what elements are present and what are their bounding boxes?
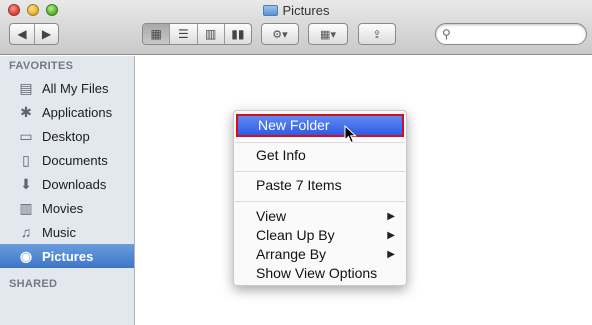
submenu-arrow-icon: ▶ [387,249,395,260]
sidebar-item-label: Music [42,224,76,240]
folder-icon [262,5,278,16]
sidebar-item-label: Pictures [42,248,94,264]
context-menu: New Folder Get Info Paste 7 Items View ▶… [233,110,407,286]
finder-window: Pictures ◀ ▶ ▦ ☰ ▥ ▮▮ ⚙ ▾ ▦ ▾ ⇪ ⚲ FAVORITE… [0,0,592,325]
list-view-button[interactable]: ☰ [169,24,196,44]
arrange-icon: ▦ [320,28,331,41]
sidebar-item-label: All My Files [42,80,109,96]
coverflow-view-button[interactable]: ▮▮ [223,24,251,44]
back-button[interactable]: ◀ [10,24,34,44]
menu-item-clean-up-by[interactable]: Clean Up By ▶ [234,226,406,245]
submenu-arrow-icon: ▶ [387,211,395,222]
sidebar-item-label: Movies [42,200,84,216]
list-view-icon: ☰ [177,27,189,41]
column-view-button[interactable]: ▥ [196,24,224,44]
favorites-heading: FAVORITES [9,60,74,72]
arrange-menu-button[interactable]: ▦ ▾ [308,23,348,45]
icon-view-icon: ▦ [150,27,162,41]
menu-item-get-info[interactable]: Get Info [234,146,406,165]
menu-item-view[interactable]: View ▶ [234,207,406,226]
sidebar-item-movies[interactable]: ▥ Movies [0,196,134,220]
sidebar-item-pictures[interactable]: ◉ Pictures [0,244,134,268]
sidebar-item-documents[interactable]: ▯ Documents [0,148,134,172]
view-mode-control: ▦ ☰ ▥ ▮▮ [142,23,252,45]
title-toolbar: Pictures ◀ ▶ ▦ ☰ ▥ ▮▮ ⚙ ▾ ▦ ▾ ⇪ ⚲ [0,0,592,55]
sidebar: FAVORITES ▤ All My Files ✱ Applications … [0,56,135,325]
sidebar-item-music[interactable]: ♫ Music [0,220,134,244]
camera-icon: ◉ [19,248,33,264]
coverflow-view-icon: ▮▮ [231,27,245,41]
sidebar-item-downloads[interactable]: ⬇ Downloads [0,172,134,196]
menu-item-show-view-options[interactable]: Show View Options [234,264,406,283]
search-icon: ⚲ [442,27,451,41]
share-button[interactable]: ⇪ [358,23,396,45]
chevron-right-icon: ▶ [41,27,52,41]
all-files-icon: ▤ [19,80,33,96]
sidebar-item-label: Downloads [42,176,107,192]
forward-button[interactable]: ▶ [34,24,58,44]
sidebar-item-label: Documents [42,152,108,168]
icon-view-button[interactable]: ▦ [143,24,170,44]
dropdown-arrow-icon: ▾ [330,28,336,41]
menu-separator [235,142,405,143]
menu-item-label: View [256,208,287,224]
desktop-icon: ▭ [19,128,33,144]
column-view-icon: ▥ [204,27,217,41]
music-icon: ♫ [20,224,32,240]
documents-icon: ▯ [22,152,30,168]
sidebar-item-label: Desktop [42,128,90,144]
menu-separator [235,171,405,172]
window-title: Pictures [0,2,592,20]
submenu-arrow-icon: ▶ [387,230,395,241]
menu-item-label: Arrange By [256,246,327,262]
search-field[interactable]: ⚲ [435,23,587,45]
sidebar-item-desktop[interactable]: ▭ Desktop [0,124,134,148]
window-title-text: Pictures [282,3,330,18]
menu-item-paste[interactable]: Paste 7 Items [234,176,406,195]
applications-icon: ✱ [20,104,32,120]
movies-icon: ▥ [19,200,33,216]
sidebar-item-applications[interactable]: ✱ Applications [0,100,134,124]
chevron-left-icon: ◀ [17,27,27,41]
menu-item-label: Clean Up By [256,227,335,243]
downloads-icon: ⬇ [20,176,32,192]
back-forward-control: ◀ ▶ [9,23,59,45]
sidebar-item-all-my-files[interactable]: ▤ All My Files [0,76,134,100]
share-icon: ⇪ [372,28,382,41]
mouse-pointer-icon [344,125,357,144]
dropdown-arrow-icon: ▾ [282,28,288,41]
menu-item-arrange-by[interactable]: Arrange By ▶ [234,245,406,264]
action-menu-button[interactable]: ⚙ ▾ [261,23,299,45]
menu-item-new-folder[interactable]: New Folder [236,114,404,137]
menu-separator [235,201,405,202]
sidebar-item-label: Applications [42,104,113,120]
shared-heading: SHARED [9,278,58,290]
gear-icon: ⚙ [272,28,283,41]
